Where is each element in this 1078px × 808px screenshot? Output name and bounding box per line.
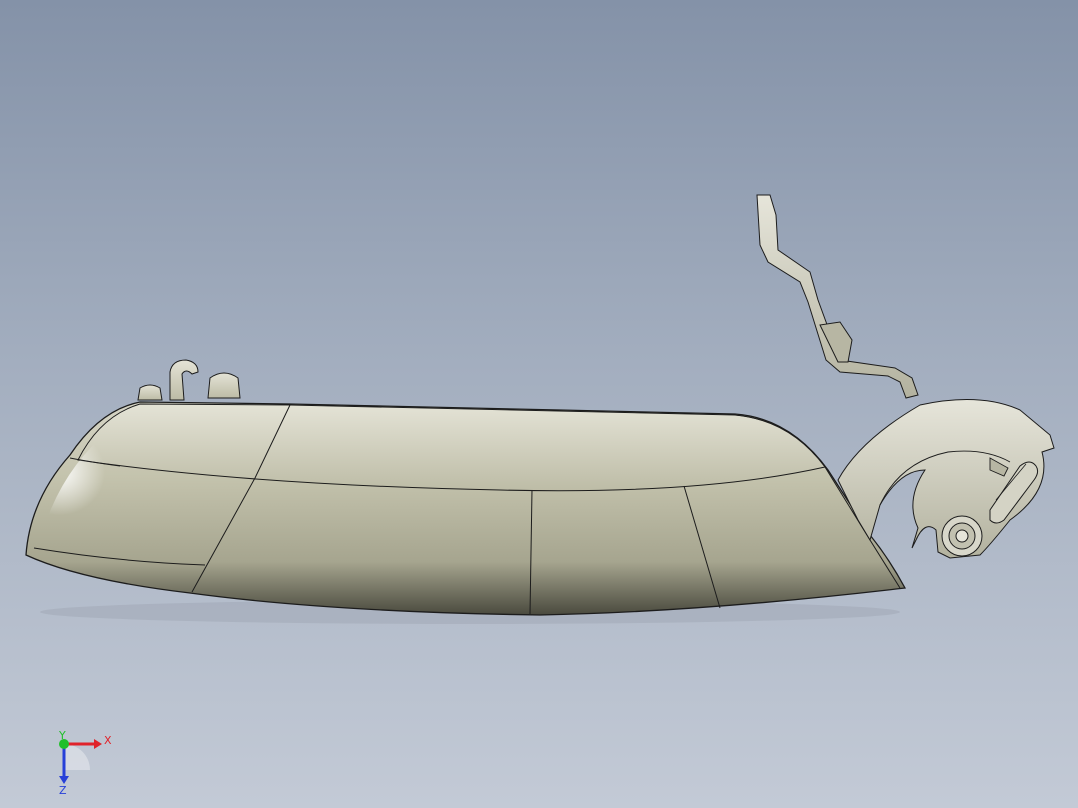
- x-axis-head-icon: [94, 739, 102, 749]
- handle-body: [25, 401, 907, 616]
- mounting-studs: [137, 359, 241, 401]
- triad-plane-shade: [64, 744, 90, 770]
- z-axis-label: Z: [59, 784, 67, 797]
- coordinate-triad: X Y Z: [40, 722, 130, 797]
- z-axis-head-icon: [59, 776, 69, 784]
- door-handle-model[interactable]: [0, 0, 1078, 808]
- x-axis-label: X: [104, 734, 112, 747]
- graphics-viewport[interactable]: X Y Z: [0, 0, 1078, 808]
- y-axis-label: Y: [58, 729, 66, 742]
